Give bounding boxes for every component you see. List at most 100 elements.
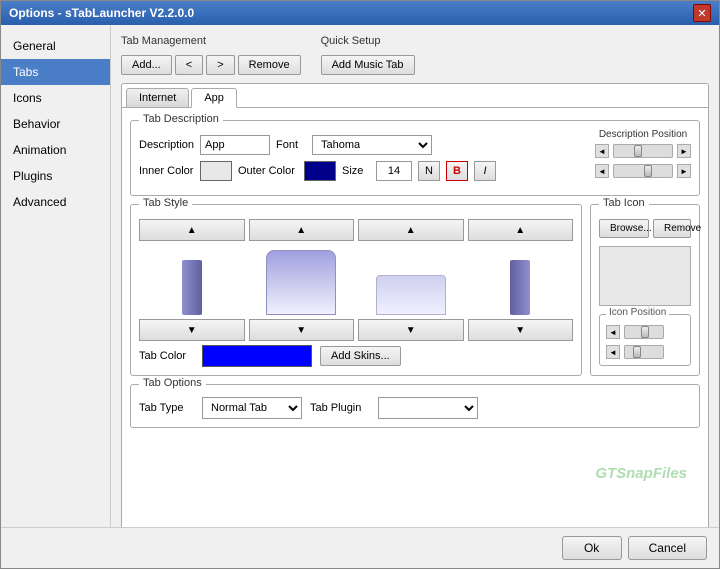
tab-color-row: Tab Color Add Skins... bbox=[139, 345, 573, 367]
tab-content: Tab Description Description Position ◄ bbox=[122, 107, 708, 436]
prev-button[interactable]: < bbox=[175, 55, 203, 75]
window-title: Options - sTabLauncher V2.2.0.0 bbox=[9, 6, 194, 20]
app-tab[interactable]: App bbox=[191, 88, 237, 108]
tab-options-section: Tab Options Tab Type Normal Tab Tab Plug… bbox=[130, 384, 700, 428]
options-row: Tab Type Normal Tab Tab Plugin bbox=[139, 397, 691, 419]
style-down-3[interactable] bbox=[358, 319, 464, 341]
desc-slider-left[interactable]: ◄ bbox=[595, 144, 609, 158]
bold-format-button[interactable]: B bbox=[446, 161, 468, 181]
style-preview-2 bbox=[249, 245, 355, 315]
style-up-1[interactable] bbox=[139, 219, 245, 241]
desc-horiz-slider: ◄ ► bbox=[595, 144, 691, 158]
tab-description-group: Tab Description Description Position ◄ bbox=[130, 120, 700, 196]
icon-vert-slider: ◄ bbox=[606, 345, 684, 359]
style-col-3 bbox=[358, 219, 464, 341]
tab-style-title: Tab Style bbox=[139, 197, 192, 209]
sidebar: General Tabs Icons Behavior Animation Pl… bbox=[1, 25, 111, 540]
style-down-1[interactable] bbox=[139, 319, 245, 341]
desc-slider-up[interactable]: ◄ bbox=[595, 164, 609, 178]
tab-plugin-select[interactable] bbox=[378, 397, 478, 419]
sidebar-item-tabs[interactable]: Tabs bbox=[1, 59, 110, 85]
tab-shape-3 bbox=[376, 275, 446, 315]
browse-button[interactable]: Browse... bbox=[599, 219, 649, 238]
title-bar: Options - sTabLauncher V2.2.0.0 ✕ bbox=[1, 1, 719, 25]
icon-remove-button[interactable]: Remove bbox=[653, 219, 691, 238]
icon-horiz-slider: ◄ bbox=[606, 325, 684, 339]
outer-color-swatch[interactable] bbox=[304, 161, 336, 181]
style-up-3[interactable] bbox=[358, 219, 464, 241]
icon-pos-title: Icon Position bbox=[606, 307, 669, 318]
sidebar-item-general[interactable]: General bbox=[1, 33, 110, 59]
icon-up-btn[interactable]: ◄ bbox=[606, 345, 620, 359]
add-button[interactable]: Add... bbox=[121, 55, 172, 75]
icon-vert-track[interactable] bbox=[624, 345, 664, 359]
inner-tabs-row: Internet App bbox=[122, 84, 708, 107]
inner-color-label: Inner Color bbox=[139, 165, 194, 177]
add-skins-button[interactable]: Add Skins... bbox=[320, 346, 401, 366]
close-button[interactable]: ✕ bbox=[693, 4, 711, 22]
next-button[interactable]: > bbox=[206, 55, 234, 75]
icon-position-group: Icon Position ◄ ◄ bbox=[599, 314, 691, 366]
tab-shape-1 bbox=[182, 260, 202, 315]
sidebar-item-animation[interactable]: Animation bbox=[1, 137, 110, 163]
tab-icon-group: Tab Icon Browse... Remove Icon Position bbox=[590, 204, 700, 376]
size-label: Size bbox=[342, 165, 370, 177]
icon-preview bbox=[599, 246, 691, 306]
sidebar-item-icons[interactable]: Icons bbox=[1, 85, 110, 111]
inner-panel: Internet App Tab Description Description… bbox=[121, 83, 709, 530]
style-preview-1 bbox=[139, 245, 245, 315]
desc-horiz-track[interactable] bbox=[613, 144, 673, 158]
desc-slider-down[interactable]: ► bbox=[677, 164, 691, 178]
style-down-2[interactable] bbox=[249, 319, 355, 341]
style-up-2[interactable] bbox=[249, 219, 355, 241]
desc-position-sliders: ◄ ► ◄ bbox=[595, 144, 691, 178]
main-window: Options - sTabLauncher V2.2.0.0 ✕ Genera… bbox=[0, 0, 720, 569]
quick-setup-label: Quick Setup bbox=[321, 35, 415, 47]
style-col-1 bbox=[139, 219, 245, 341]
style-grid bbox=[139, 219, 573, 341]
inner-color-swatch[interactable] bbox=[200, 161, 232, 181]
desc-vert-slider: ◄ ► bbox=[595, 164, 691, 178]
icon-position-sliders: ◄ ◄ bbox=[606, 325, 684, 359]
desc-horiz-thumb bbox=[634, 145, 642, 157]
tab-management: Tab Management Add... < > Remove bbox=[121, 35, 301, 75]
description-position: Description Position ◄ ► bbox=[595, 129, 691, 178]
style-up-4[interactable] bbox=[468, 219, 574, 241]
size-input[interactable] bbox=[376, 161, 412, 181]
add-music-tab-button[interactable]: Add Music Tab bbox=[321, 55, 415, 75]
tab-icon-title: Tab Icon bbox=[599, 197, 649, 209]
bottom-bar: Ok Cancel bbox=[1, 527, 719, 568]
content-area: General Tabs Icons Behavior Animation Pl… bbox=[1, 25, 719, 540]
tab-type-select[interactable]: Normal Tab bbox=[202, 397, 302, 419]
desc-input[interactable] bbox=[200, 135, 270, 155]
icon-left-btn[interactable]: ◄ bbox=[606, 325, 620, 339]
font-select[interactable]: Tahoma bbox=[312, 135, 432, 155]
internet-tab[interactable]: Internet bbox=[126, 88, 189, 107]
style-down-4[interactable] bbox=[468, 319, 574, 341]
tab-color-swatch[interactable] bbox=[202, 345, 312, 367]
sidebar-item-plugins[interactable]: Plugins bbox=[1, 163, 110, 189]
italic-format-button[interactable]: I bbox=[474, 161, 496, 181]
tab-management-label: Tab Management bbox=[121, 35, 301, 47]
tab-color-label: Tab Color bbox=[139, 350, 194, 362]
cancel-button[interactable]: Cancel bbox=[628, 536, 707, 560]
quick-setup: Quick Setup Add Music Tab bbox=[321, 35, 415, 75]
main-panel: Tab Management Add... < > Remove Quick S… bbox=[111, 25, 719, 540]
style-preview-4 bbox=[468, 245, 574, 315]
remove-button[interactable]: Remove bbox=[238, 55, 301, 75]
tab-shape-4 bbox=[510, 260, 530, 315]
icon-vert-thumb bbox=[633, 346, 641, 358]
icon-horiz-track[interactable] bbox=[624, 325, 664, 339]
style-col-2 bbox=[249, 219, 355, 341]
sidebar-item-advanced[interactable]: Advanced bbox=[1, 189, 110, 215]
desc-vert-thumb bbox=[644, 165, 652, 177]
normal-format-button[interactable]: N bbox=[418, 161, 440, 181]
desc-pos-label: Description Position bbox=[599, 129, 687, 140]
desc-vert-track[interactable] bbox=[613, 164, 673, 178]
style-col-4 bbox=[468, 219, 574, 341]
ok-button[interactable]: Ok bbox=[562, 536, 622, 560]
outer-color-label: Outer Color bbox=[238, 165, 298, 177]
desc-slider-right[interactable]: ► bbox=[677, 144, 691, 158]
sidebar-item-behavior[interactable]: Behavior bbox=[1, 111, 110, 137]
top-row: Tab Management Add... < > Remove Quick S… bbox=[121, 35, 709, 75]
